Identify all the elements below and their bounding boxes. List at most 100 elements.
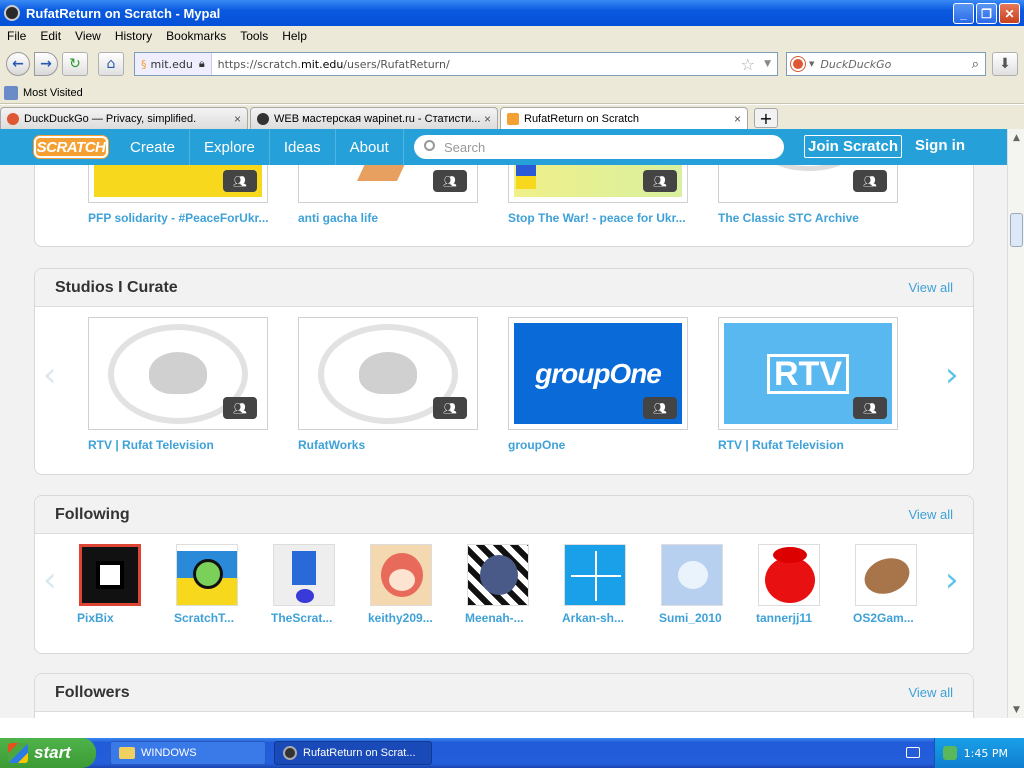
menu-tools[interactable]: Tools <box>233 29 275 43</box>
nav-explore[interactable]: Explore <box>190 129 270 165</box>
tab-close-icon[interactable]: × <box>234 112 241 126</box>
username[interactable]: Arkan-sh... <box>562 611 634 625</box>
user-avatar[interactable] <box>661 544 723 606</box>
user-card[interactable]: tannerjj11 <box>756 544 822 625</box>
scratch-search-input[interactable]: Search <box>414 135 784 159</box>
carousel-next-icon[interactable]: › <box>945 355 959 395</box>
bookmark-star-icon[interactable]: ☆ <box>741 55 755 74</box>
username[interactable]: Sumi_2010 <box>659 611 731 625</box>
studio-card[interactable]: groupOne 👥︎ groupOne <box>508 317 688 452</box>
studio-title[interactable]: groupOne <box>508 438 688 452</box>
user-avatar[interactable] <box>370 544 432 606</box>
studio-card[interactable]: 👥︎ Stop The War! - peace for Ukr... <box>508 165 688 225</box>
username[interactable]: Meenah-... <box>465 611 537 625</box>
user-card[interactable]: Sumi_2010 <box>659 544 725 625</box>
studio-thumbnail[interactable]: 👥︎ <box>718 165 898 203</box>
tab-close-icon[interactable]: × <box>734 112 741 126</box>
studio-title[interactable]: RTV | Rufat Television <box>718 438 898 452</box>
scroll-down-arrow-icon[interactable]: ▼ <box>1008 701 1024 718</box>
user-card[interactable]: ScratchT... <box>174 544 240 625</box>
studio-title[interactable]: anti gacha life <box>298 211 478 225</box>
studio-card[interactable]: 👥︎ The Classic STC Archive <box>718 165 898 225</box>
user-avatar[interactable] <box>855 544 917 606</box>
scratch-logo[interactable]: SCRATCH <box>34 136 108 158</box>
new-tab-button[interactable]: + <box>754 108 778 128</box>
join-scratch-button[interactable]: Join Scratch <box>804 135 903 158</box>
studio-thumbnail[interactable]: groupOne 👥︎ <box>508 317 688 430</box>
search-bar[interactable]: ▼ DuckDuckGo ⌕ <box>786 52 986 76</box>
user-avatar[interactable] <box>79 544 141 606</box>
studio-title[interactable]: RTV | Rufat Television <box>88 438 268 452</box>
menu-edit[interactable]: Edit <box>33 29 68 43</box>
duckduckgo-icon[interactable] <box>791 57 805 71</box>
search-engine-dropdown-icon[interactable]: ▼ <box>809 60 814 68</box>
user-card[interactable]: Arkan-sh... <box>562 544 628 625</box>
taskbar-item-windows[interactable]: WINDOWS <box>110 741 266 765</box>
tab-scratch[interactable]: RufatReturn on Scratch × <box>500 107 748 129</box>
most-visited-bookmark[interactable]: Most Visited <box>4 85 83 100</box>
scroll-thumb[interactable] <box>1010 213 1023 247</box>
sign-in-button[interactable]: Sign in <box>915 137 965 154</box>
close-button[interactable]: ✕ <box>999 3 1020 24</box>
username[interactable]: PixBix <box>77 611 149 625</box>
network-icon[interactable] <box>943 746 957 760</box>
url-dropdown-icon[interactable]: ▼ <box>764 59 771 69</box>
studio-title[interactable]: The Classic STC Archive <box>718 211 898 225</box>
user-avatar[interactable] <box>176 544 238 606</box>
scroll-up-arrow-icon[interactable]: ▲ <box>1008 129 1024 146</box>
studio-card[interactable]: 👥︎ RTV | Rufat Television <box>88 317 268 452</box>
studio-thumbnail[interactable]: 👥︎ <box>298 165 478 203</box>
address-bar[interactable]: § mit.edu 🔒︎ https://scratch.mit.edu/use… <box>134 52 778 76</box>
reload-button[interactable]: ↻ <box>62 52 88 76</box>
nav-ideas[interactable]: Ideas <box>270 129 336 165</box>
maximize-button[interactable]: ❐ <box>976 3 997 24</box>
studio-card[interactable]: 👥︎ RufatWorks <box>298 317 478 452</box>
username[interactable]: OS2Gam... <box>853 611 925 625</box>
studio-thumbnail[interactable]: 👥︎ <box>298 317 478 430</box>
tab-wapinet[interactable]: WEB мастерская wapinet.ru - Статисти... … <box>250 107 498 129</box>
username[interactable]: tannerjj11 <box>756 611 828 625</box>
studio-card[interactable]: 👥︎ anti gacha life <box>298 165 478 225</box>
studio-card[interactable]: RTV 👥︎ RTV | Rufat Television <box>718 317 898 452</box>
studio-title[interactable]: RufatWorks <box>298 438 478 452</box>
menu-help[interactable]: Help <box>275 29 314 43</box>
studio-thumbnail[interactable]: RTV 👥︎ <box>718 317 898 430</box>
studio-title[interactable]: Stop The War! - peace for Ukr... <box>508 211 688 225</box>
studio-card[interactable]: 👥︎ PFP solidarity - #PeaceForUkr... <box>88 165 268 225</box>
menu-file[interactable]: File <box>0 29 33 43</box>
username[interactable]: keithy209... <box>368 611 440 625</box>
menu-bookmarks[interactable]: Bookmarks <box>159 29 233 43</box>
view-all-link[interactable]: View all <box>908 685 953 700</box>
user-card[interactable]: OS2Gam... <box>853 544 919 625</box>
carousel-prev-icon[interactable]: ‹ <box>43 560 57 600</box>
studio-thumbnail[interactable]: 👥︎ <box>88 165 268 203</box>
back-button[interactable]: ← <box>6 52 30 76</box>
nav-about[interactable]: About <box>336 129 404 165</box>
user-card[interactable]: Meenah-... <box>465 544 531 625</box>
search-icon[interactable]: ⌕ <box>972 57 979 72</box>
home-button[interactable]: ⌂ <box>98 52 124 76</box>
downloads-button[interactable]: ⬇ <box>992 52 1018 76</box>
user-card[interactable]: TheScrat... <box>271 544 337 625</box>
user-avatar[interactable] <box>564 544 626 606</box>
studio-thumbnail[interactable]: 👥︎ <box>508 165 688 203</box>
nav-create[interactable]: Create <box>116 129 191 165</box>
studio-title[interactable]: PFP solidarity - #PeaceForUkr... <box>88 211 268 225</box>
user-avatar[interactable] <box>467 544 529 606</box>
taskbar-item-browser[interactable]: RufatReturn on Scrat... <box>274 741 432 765</box>
username[interactable]: TheScrat... <box>271 611 343 625</box>
username[interactable]: ScratchT... <box>174 611 246 625</box>
forward-button[interactable]: → <box>34 52 58 76</box>
keyboard-icon[interactable] <box>906 747 920 758</box>
minimize-button[interactable]: _ <box>953 3 974 24</box>
user-avatar[interactable] <box>758 544 820 606</box>
tab-duckduckgo[interactable]: DuckDuckGo — Privacy, simplified. × <box>0 107 248 129</box>
view-all-link[interactable]: View all <box>908 507 953 522</box>
site-identity[interactable]: § mit.edu 🔒︎ <box>135 53 212 75</box>
user-card[interactable]: keithy209... <box>368 544 434 625</box>
menu-history[interactable]: History <box>108 29 159 43</box>
carousel-next-icon[interactable]: › <box>945 560 959 600</box>
menu-view[interactable]: View <box>68 29 108 43</box>
studio-thumbnail[interactable]: 👥︎ <box>88 317 268 430</box>
start-button[interactable]: start <box>0 738 96 768</box>
